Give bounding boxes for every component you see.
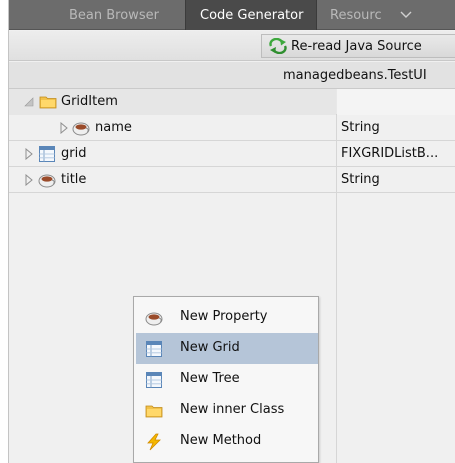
expand-arrow-icon[interactable]	[24, 148, 34, 160]
grid-icon	[39, 146, 55, 162]
chevron-down-icon[interactable]	[398, 7, 414, 23]
menu-item-label: New inner Class	[180, 402, 285, 417]
tree-row-griditem[interactable]: GridItem	[9, 89, 455, 115]
tree-row-name: GridItem	[61, 94, 118, 109]
type-cell	[337, 89, 455, 115]
class-name-label: managedbeans.TestUI	[283, 68, 427, 83]
grid-icon	[146, 372, 162, 388]
menu-item-label: New Grid	[180, 340, 240, 355]
menu-item-label: New Method	[180, 433, 262, 448]
context-menu: New Property New Grid New Tree New inner…	[133, 296, 319, 463]
expand-arrow-icon[interactable]	[24, 174, 34, 186]
toolbar: Re-read Java Source	[9, 31, 455, 61]
tree-row-name-property[interactable]: name String	[9, 115, 455, 141]
bean-icon	[38, 174, 56, 188]
reread-java-source-button[interactable]: Re-read Java Source	[261, 34, 455, 58]
menu-item-new-property[interactable]: New Property	[136, 302, 318, 333]
menu-item-label: New Property	[180, 309, 268, 324]
tree-row-title[interactable]: title String	[9, 167, 455, 193]
menu-item-new-method[interactable]: New Method	[136, 426, 318, 457]
menu-item-new-inner-class[interactable]: New inner Class	[136, 395, 318, 426]
reread-label: Re-read Java Source	[291, 38, 422, 54]
class-name-bar: managedbeans.TestUI	[9, 62, 455, 89]
tree-row-type: String	[341, 120, 380, 135]
tree-row-name: title	[61, 172, 87, 187]
tree-row-type: String	[341, 172, 380, 187]
tab-bean-browser[interactable]: Bean Browser	[56, 0, 184, 30]
lightning-icon	[147, 433, 161, 451]
tab-resources[interactable]: Resourc	[318, 0, 392, 30]
bean-icon	[145, 312, 163, 326]
bean-icon	[72, 122, 90, 136]
tree-row-name: name	[95, 120, 132, 135]
menu-item-label: New Tree	[180, 371, 240, 386]
folder-icon	[39, 96, 57, 109]
folder-icon	[145, 405, 163, 418]
expand-arrow-expanded-icon[interactable]	[24, 96, 34, 108]
grid-icon	[146, 341, 162, 357]
name-cell	[9, 89, 336, 115]
tree-row-name: grid	[61, 146, 87, 161]
menu-item-new-tree[interactable]: New Tree	[136, 364, 318, 395]
tab-code-generator[interactable]: Code Generator	[185, 0, 317, 30]
tab-strip: Bean Browser Code Generator Resourc	[9, 0, 455, 30]
menu-item-new-grid[interactable]: New Grid	[136, 333, 318, 364]
expand-arrow-icon[interactable]	[59, 122, 69, 134]
code-generator-panel: Bean Browser Code Generator Resourc Re-r…	[8, 0, 455, 463]
refresh-icon	[269, 38, 287, 54]
tree-row-type: FIXGRIDListB...	[341, 146, 439, 161]
tree-row-grid[interactable]: grid FIXGRIDListB...	[9, 141, 455, 167]
